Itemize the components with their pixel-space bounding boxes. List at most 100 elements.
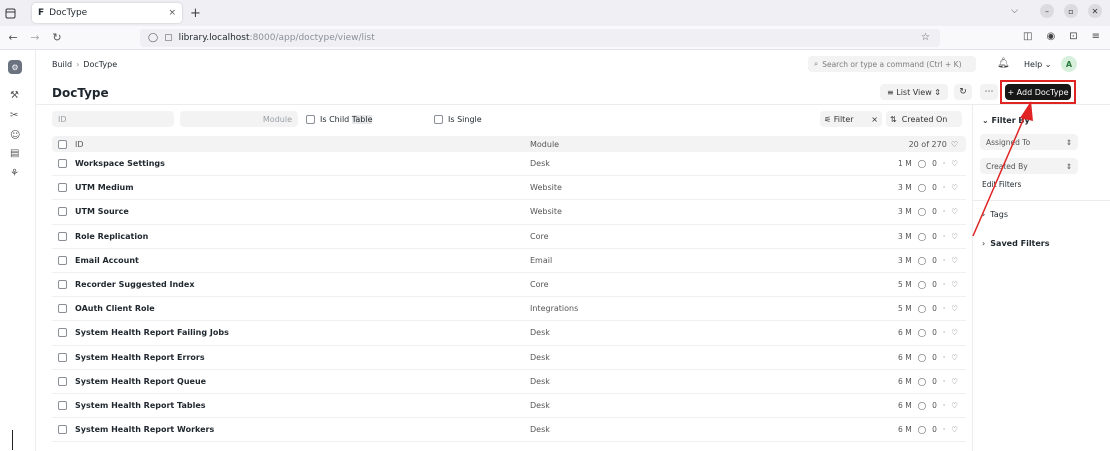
row-name[interactable]: Role Replication (75, 232, 148, 241)
forward-arrow-icon[interactable]: → (26, 31, 44, 44)
created-by-select[interactable]: Created By ⇕ (980, 158, 1078, 174)
table-row[interactable]: System Health Report Tables Desk 6 M ◯ 0 · ♡ (52, 394, 966, 419)
id-filter-input[interactable]: ID (52, 111, 174, 127)
tab-list-icon[interactable] (0, 0, 20, 26)
tab-overflow-chevron-icon[interactable]: ⌵ (1011, 6, 1018, 16)
tools-icon[interactable]: ⚘ (10, 168, 19, 179)
heart-icon[interactable]: ♡ (951, 232, 958, 241)
row-name[interactable]: System Health Report Failing Jobs (75, 328, 229, 337)
users-icon[interactable]: ☺ (10, 130, 20, 141)
table-row[interactable]: UTM Medium Website 3 M ◯ 0 · ♡ (52, 176, 966, 201)
menu-hamburger-icon[interactable]: ≡ (1092, 31, 1100, 42)
app-logo-icon[interactable]: ⚙ (8, 60, 22, 74)
tab-title: DocType (49, 8, 88, 18)
tab-close-icon[interactable]: × (168, 8, 176, 18)
breadcrumb-build[interactable]: Build (52, 60, 72, 69)
row-checkbox[interactable] (58, 280, 67, 290)
close-window-icon[interactable]: ✕ (1088, 4, 1102, 18)
filter-by-toggle[interactable]: ⌄ Filter By (982, 116, 1030, 125)
row-checkbox[interactable] (58, 352, 67, 362)
sort-order-icon[interactable]: ⇅ (890, 115, 902, 124)
table-row[interactable]: OAuth Client Role Integrations 5 M ◯ 0 · ♡ (52, 297, 966, 322)
edit-filters-link[interactable]: Edit Filters (982, 180, 1021, 189)
extensions-icon[interactable]: ⊡ (1069, 31, 1077, 42)
heart-icon[interactable]: ♡ (951, 353, 958, 362)
table-row[interactable]: Role Replication Core 3 M ◯ 0 · ♡ (52, 225, 966, 249)
user-avatar[interactable]: A (1061, 56, 1077, 72)
add-doctype-button[interactable]: + Add DocType (1005, 84, 1071, 100)
table-row[interactable]: Recorder Suggested Index Core 5 M ◯ 0 · ♡ (52, 273, 966, 298)
select-all-checkbox[interactable] (58, 139, 67, 149)
assigned-to-select[interactable]: Assigned To ⇕ (980, 134, 1078, 150)
heart-icon[interactable]: ♡ (951, 280, 958, 289)
row-checkbox[interactable] (58, 376, 67, 386)
list-view-switcher[interactable]: ≡ List View ⇕ (880, 84, 948, 100)
module-filter-input[interactable]: Module (180, 111, 298, 127)
back-arrow-icon[interactable]: ← (4, 31, 22, 44)
row-name[interactable]: UTM Source (75, 207, 129, 216)
reload-icon[interactable]: ↻ (48, 31, 66, 44)
table-row[interactable]: System Health Report Failing Jobs Desk 6 M… (52, 321, 966, 346)
row-checkbox[interactable] (58, 207, 67, 217)
refresh-button[interactable]: ↻ (954, 84, 972, 100)
row-checkbox[interactable] (58, 183, 67, 193)
awesomebar-search-input[interactable]: ⌕ Search or type a command (Ctrl + K) (808, 56, 976, 72)
heart-icon[interactable]: ♡ (951, 159, 958, 168)
new-tab-icon[interactable]: + (190, 6, 201, 21)
help-dropdown[interactable]: Help ⌄ (1024, 60, 1052, 69)
heart-icon[interactable]: ♡ (951, 256, 958, 265)
row-name[interactable]: Email Account (75, 256, 139, 265)
browser-tab-doctype[interactable]: F DocType × (32, 3, 182, 23)
row-checkbox[interactable] (58, 231, 67, 241)
filter-button[interactable]: ⚟ Filter × (820, 111, 882, 127)
saved-filters-toggle[interactable]: › Saved Filters (982, 239, 1050, 248)
row-name[interactable]: System Health Report Tables (75, 401, 206, 410)
breadcrumb-doctype[interactable]: DocType (83, 60, 117, 69)
row-name[interactable]: Recorder Suggested Index (75, 280, 195, 289)
bookmark-star-icon[interactable]: ☆ (921, 32, 930, 43)
table-row[interactable]: Email Account Email 3 M ◯ 0 · ♡ (52, 249, 966, 273)
clear-filter-icon[interactable]: × (871, 115, 878, 124)
heart-icon[interactable]: ♡ (951, 183, 958, 192)
heart-icon[interactable]: ♡ (951, 425, 958, 434)
table-row[interactable]: System Health Report Queue Desk 6 M ◯ 0 · ♡ (52, 370, 966, 394)
website-icon[interactable]: ▤ (10, 148, 19, 159)
heart-icon[interactable]: ♡ (951, 328, 958, 337)
more-actions-button[interactable]: ⋯ (980, 84, 998, 100)
row-checkbox[interactable] (58, 159, 67, 169)
row-checkbox[interactable] (58, 304, 67, 314)
table-row[interactable]: System Health Report Workers Desk 6 M ◯ 0 · ♡ (52, 418, 966, 443)
row-checkbox[interactable] (58, 255, 67, 265)
row-checkbox[interactable] (58, 328, 67, 338)
row-name[interactable]: System Health Report Workers (75, 425, 214, 434)
maximize-icon[interactable]: ▫ (1064, 4, 1078, 18)
row-name[interactable]: UTM Medium (75, 183, 134, 192)
pocket-icon[interactable]: ◫ (1023, 31, 1032, 42)
account-icon[interactable]: ◉ (1046, 31, 1055, 42)
table-row[interactable]: System Health Report Errors Desk 6 M ◯ 0 · ♡ (52, 346, 966, 370)
is-single-filter[interactable]: Is Single (434, 115, 482, 124)
row-checkbox[interactable] (58, 425, 67, 435)
build-tool-icon[interactable]: ⚒ (10, 90, 19, 101)
minimize-icon[interactable]: – (1040, 4, 1054, 18)
table-row[interactable]: UTM Source Website 3 M ◯ 0 · ♡ (52, 200, 966, 225)
tags-toggle[interactable]: › Tags (982, 210, 1008, 219)
heart-icon[interactable]: ♡ (951, 207, 958, 216)
sort-selector[interactable]: ⇅ Created On (886, 111, 962, 127)
heart-icon[interactable]: ♡ (951, 401, 958, 410)
heart-icon[interactable]: ♡ (951, 377, 958, 386)
heart-icon[interactable]: ♡ (951, 140, 958, 149)
row-name[interactable]: System Health Report Errors (75, 353, 205, 362)
integrations-icon[interactable]: ✂ (10, 110, 18, 121)
row-name[interactable]: Workspace Settings (75, 159, 165, 168)
row-checkbox[interactable] (58, 400, 67, 410)
notification-bell-icon[interactable]: 🔔︎ (997, 58, 1010, 69)
is-child-table-filter[interactable]: Is Child Table (306, 115, 373, 124)
heart-icon[interactable]: ♡ (951, 304, 958, 313)
is-child-table-checkbox[interactable] (306, 115, 315, 124)
url-bar[interactable]: ◯ ▢ library.localhost :8000/app/doctype/… (140, 29, 940, 47)
row-name[interactable]: System Health Report Queue (75, 377, 206, 386)
is-single-checkbox[interactable] (434, 115, 443, 124)
table-row[interactable]: Workspace Settings Desk 1 M ◯ 0 · ♡ (52, 152, 966, 177)
row-name[interactable]: OAuth Client Role (75, 304, 155, 313)
